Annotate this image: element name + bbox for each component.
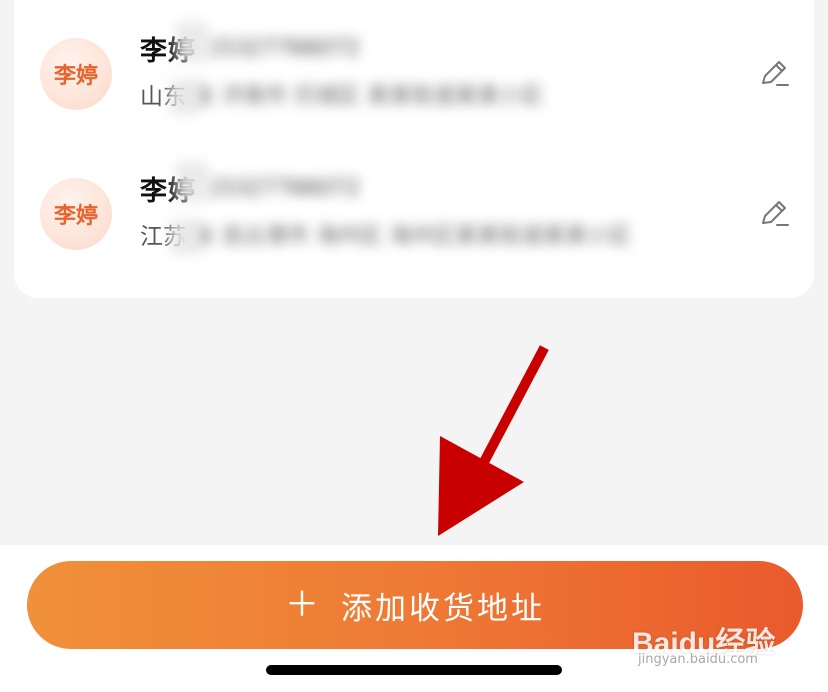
privacy-blur — [170, 220, 200, 254]
address-detail: 省 济南市 历城区 某某街道某某小区 — [192, 84, 543, 109]
privacy-blur — [176, 162, 208, 202]
privacy-blur — [176, 22, 208, 62]
address-item[interactable]: 李婷 李婷 15327766072 江苏 省 连云港市 海州区 海州区某某街道某… — [14, 160, 814, 300]
name-row: 李婷 15327766072 — [140, 28, 360, 68]
pencil-icon — [762, 61, 789, 86]
plus-icon: ＋ — [285, 585, 319, 625]
address-list-screen: 李婷 李婷 15327766072 山东 省 济南市 历城区 某某街道某某小区 … — [0, 0, 828, 692]
address-row: 山东 省 济南市 历城区 某某街道某某小区 — [140, 76, 543, 112]
address-row: 江苏 省 连云港市 海州区 海州区某某街道某某小区 — [140, 216, 631, 252]
contact-phone: 15327766072 — [206, 175, 360, 201]
privacy-blur — [170, 80, 200, 114]
contact-phone: 15327766072 — [206, 35, 360, 61]
address-list-card: 李婷 李婷 15327766072 山东 省 济南市 历城区 某某街道某某小区 … — [14, 0, 814, 298]
address-detail: 省 连云港市 海州区 海州区某某街道某某小区 — [192, 224, 631, 249]
baidu-jingyan-watermark: Baidu经验 jingyan.baidu.com — [632, 600, 792, 676]
avatar: 李婷 — [40, 178, 112, 250]
watermark-url: jingyan.baidu.com — [638, 652, 758, 667]
home-indicator[interactable] — [266, 665, 562, 675]
address-item[interactable]: 李婷 李婷 15327766072 山东 省 济南市 历城区 某某街道某某小区 — [14, 20, 814, 160]
edit-address-button[interactable] — [754, 194, 794, 234]
pencil-icon — [762, 201, 789, 226]
red-arrow-icon — [438, 345, 549, 536]
edit-address-button[interactable] — [754, 54, 794, 94]
add-address-label: 添加收货地址 — [341, 590, 545, 627]
avatar: 李婷 — [40, 38, 112, 110]
name-row: 李婷 15327766072 — [140, 168, 360, 208]
